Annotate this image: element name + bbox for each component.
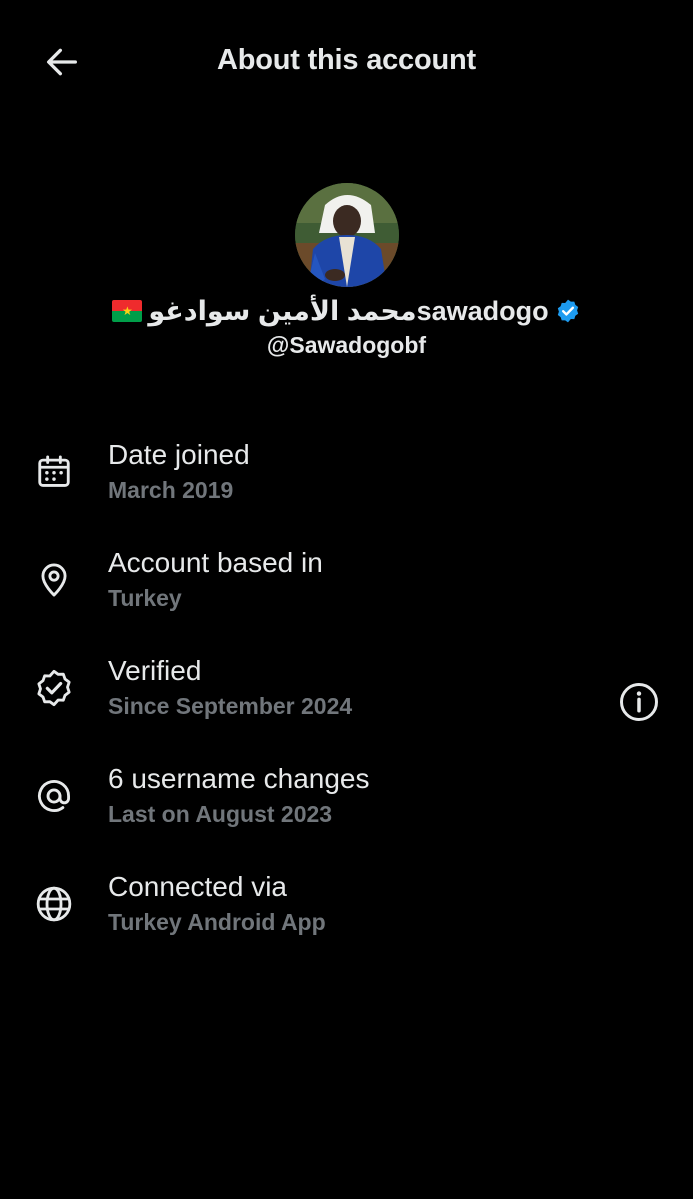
top-bar: About this account [0,0,693,125]
verified-badge-icon [32,666,76,710]
detail-value: Turkey [108,585,182,611]
display-name: محمد الأمين سوادغوsawadogo [148,295,549,326]
detail-value: Since September 2024 [108,693,353,719]
detail-label: Connected via [108,871,288,902]
location-pin-icon [32,558,76,602]
user-handle: @Sawadogobf [266,332,427,358]
at-sign-icon [32,774,76,818]
detail-username-changes: 6 username changes Last on August 2023 [0,756,693,864]
detail-label: Account based in [108,547,323,578]
detail-account-based-in: Account based in Turkey [0,540,693,648]
detail-label: Verified [108,655,202,686]
display-name-row: ★ محمد الأمين سوادغوsawadogo [0,290,693,332]
detail-verified: Verified Since September 2024 [0,648,693,756]
calendar-icon [32,450,76,494]
detail-value: Turkey Android App [108,909,326,935]
detail-label: 6 username changes [108,763,370,794]
detail-value: March 2019 [108,477,234,503]
page-title: About this account [216,44,476,76]
avatar[interactable] [294,183,399,287]
globe-icon [32,882,76,926]
detail-date-joined: Date joined March 2019 [0,432,693,540]
info-icon [618,681,660,723]
detail-connected-via: Connected via Turkey Android App [0,864,693,972]
verified-checkmark-icon [555,298,581,324]
detail-label: Date joined [108,439,250,470]
account-details-list: Date joined March 2019 Account based in … [0,432,693,972]
verified-info-button[interactable] [615,678,663,726]
detail-value: Last on August 2023 [108,801,333,827]
burkina-faso-flag-icon: ★ [112,300,143,322]
profile-summary: ★ محمد الأمين سوادغوsawadogo @Sawadogobf [0,183,693,359]
